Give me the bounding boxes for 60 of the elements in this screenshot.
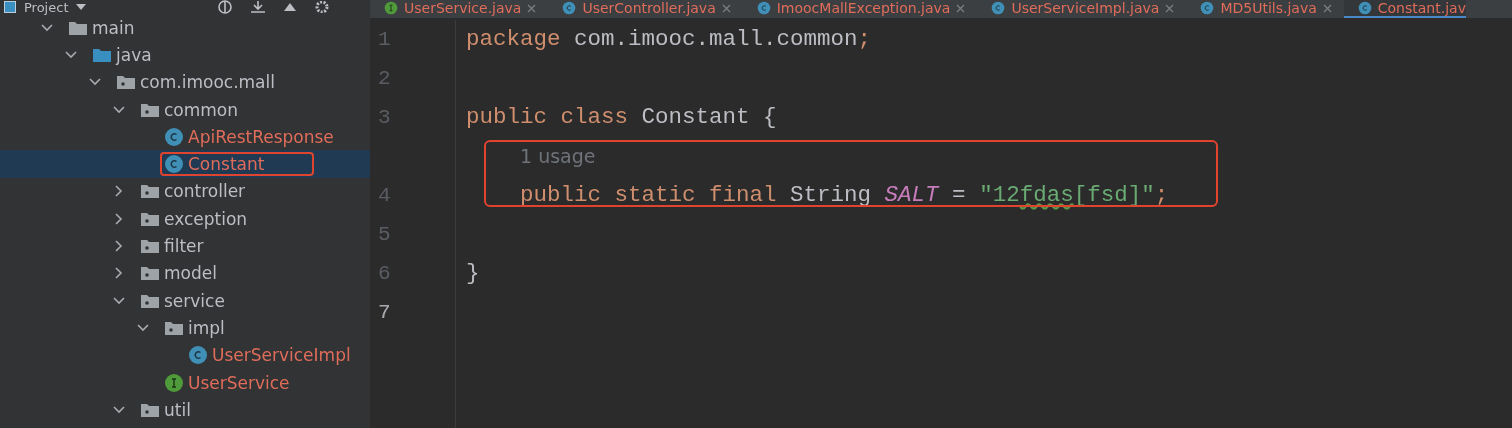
folder-icon — [68, 19, 88, 36]
line-number: 2 — [377, 65, 392, 92]
line-number: 6 — [377, 260, 392, 287]
line-number: 4 — [377, 182, 392, 209]
line-number: 7 — [377, 299, 392, 326]
code-line: public class Constant { — [466, 103, 777, 130]
code-line: package com.imooc.mall.common; — [466, 25, 872, 52]
class-icon — [1357, 1, 1372, 15]
code-line: } — [466, 259, 480, 286]
tree-item[interactable]: java — [116, 44, 152, 65]
line-number: 1 — [377, 26, 392, 53]
line-number: 3 — [377, 104, 392, 131]
class-icon — [1200, 1, 1215, 15]
package-icon — [140, 101, 160, 118]
tree-item[interactable]: com.imooc.mall — [140, 72, 275, 93]
package-icon — [140, 183, 160, 200]
collapse-icon[interactable] — [250, 1, 266, 13]
close-icon[interactable] — [721, 3, 731, 13]
tree-item[interactable]: ApiRestResponse — [188, 126, 334, 147]
package-icon — [140, 210, 160, 227]
package-icon — [140, 292, 160, 309]
package-icon — [140, 401, 160, 418]
close-icon[interactable] — [527, 3, 537, 13]
expand-icon[interactable] — [284, 3, 296, 11]
tree-item[interactable]: UserService — [188, 372, 290, 393]
dropdown-icon[interactable] — [76, 4, 87, 10]
tree-item[interactable]: Constant — [188, 154, 265, 175]
settings-icon[interactable] — [314, 1, 330, 13]
class-icon — [188, 345, 208, 366]
interface-icon — [164, 372, 184, 393]
tree-item[interactable]: impl — [188, 317, 225, 338]
tree-item[interactable]: controller — [164, 181, 246, 202]
folder-icon — [92, 46, 112, 63]
class-icon — [991, 1, 1006, 15]
tree-item[interactable]: main — [92, 17, 135, 38]
project-icon — [4, 1, 16, 13]
code-line: public static final String SALT = "12fdas[fsd]"; — [519, 181, 1169, 208]
close-icon[interactable] — [956, 3, 966, 13]
editor-tab[interactable]: Constant.jav — [1343, 0, 1466, 18]
tree-item[interactable]: filter — [164, 236, 204, 256]
line-number: 5 — [377, 221, 392, 248]
tree-item[interactable]: common — [164, 99, 239, 120]
package-icon — [116, 74, 136, 91]
interface-icon — [384, 1, 398, 15]
close-icon[interactable] — [1322, 3, 1332, 13]
package-icon — [140, 265, 160, 282]
locate-icon[interactable] — [218, 0, 232, 14]
tree-item[interactable]: util — [164, 399, 191, 420]
close-icon[interactable] — [1165, 3, 1175, 13]
class-icon — [164, 126, 184, 147]
class-icon — [756, 1, 771, 15]
tree-item[interactable]: model — [164, 263, 217, 284]
class-icon — [562, 1, 577, 15]
tree-item[interactable]: exception — [164, 208, 248, 229]
package-icon — [164, 319, 184, 336]
panel-title[interactable]: Project — [24, 0, 69, 15]
class-icon — [164, 154, 184, 175]
tree-item[interactable]: service — [164, 290, 225, 311]
tree-item[interactable]: UserServiceImpl — [212, 345, 351, 366]
package-icon — [140, 238, 160, 254]
